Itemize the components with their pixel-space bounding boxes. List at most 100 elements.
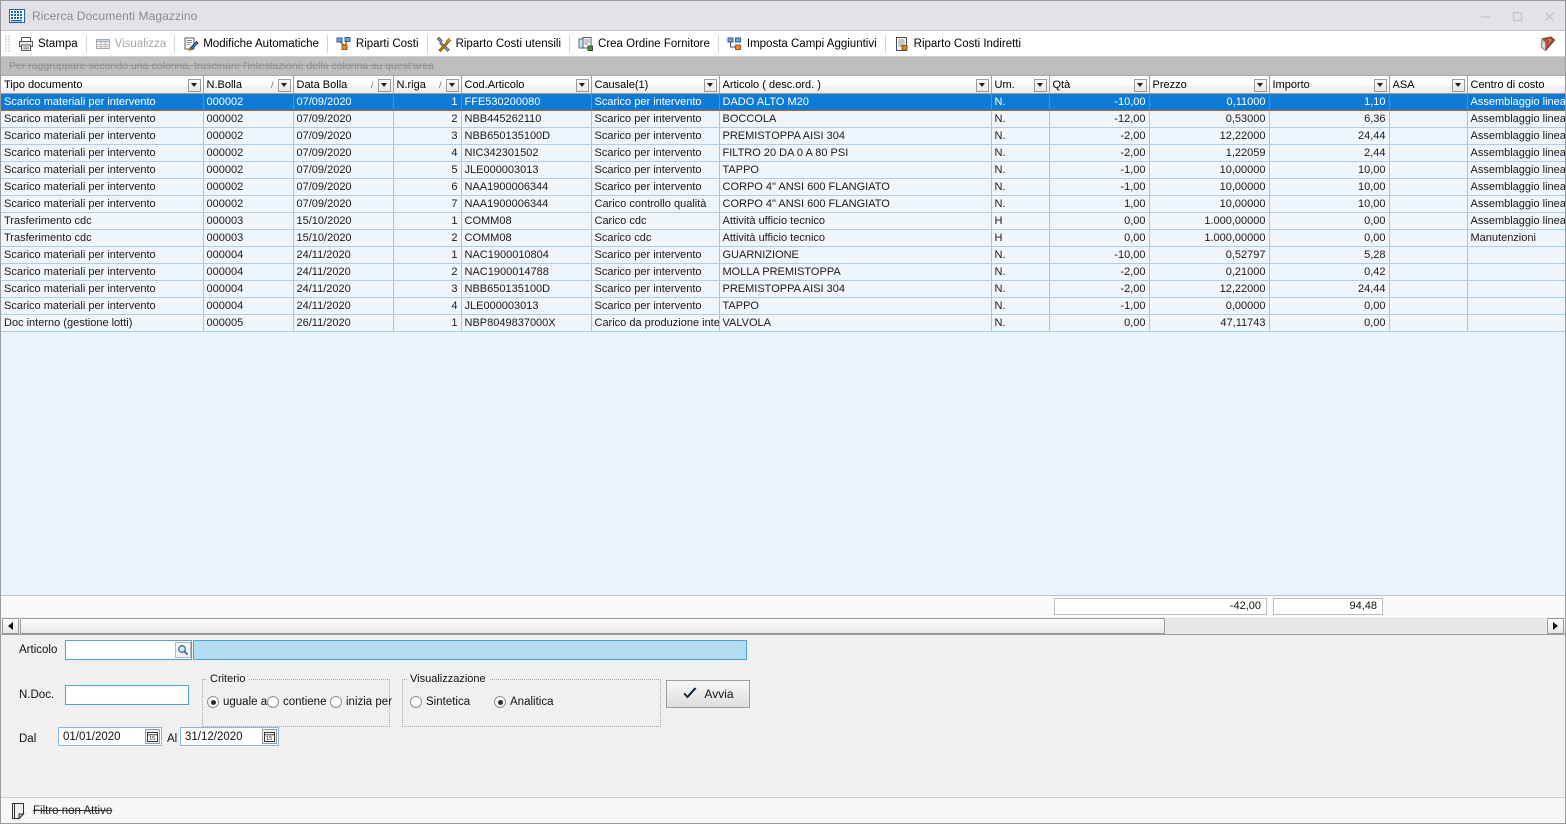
sort-indicator-icon[interactable]: / [271, 80, 274, 90]
grid-cell[interactable]: Scarico materiali per intervento [1, 178, 204, 196]
table-row[interactable]: Scarico materiali per intervento 000002 07… [1, 144, 1565, 162]
grid-cell[interactable]: -2,00 [1049, 144, 1150, 162]
grid-cell[interactable]: 000004 [203, 246, 294, 264]
table-row[interactable]: Trasferimento cdc 000003 15/10/2020 2 COMM08… [1, 229, 1565, 247]
group-by-panel[interactable]: Per raggruppare secondo una colonna, tra… [1, 57, 1565, 76]
grid-cell[interactable]: 000002 [203, 195, 294, 213]
grid-cell[interactable]: 26/11/2020 [293, 314, 394, 332]
grid-cell[interactable]: 24/11/2020 [293, 263, 394, 281]
grid-cell[interactable]: 0,00 [1049, 229, 1150, 247]
grid-cell[interactable]: NAC1900014788 [461, 263, 592, 281]
grid-cell[interactable]: 2,44 [1269, 144, 1390, 162]
grid-cell[interactable]: MOLLA PREMISTOPPA [719, 263, 992, 281]
grid-header-um[interactable]: Um. [991, 76, 1050, 94]
grid-cell[interactable]: JLE000003013 [461, 161, 592, 179]
al-date-field[interactable]: 31/12/2020 15 [180, 727, 279, 746]
scroll-track[interactable] [20, 617, 1546, 634]
table-row[interactable]: Scarico materiali per intervento 000004 24… [1, 297, 1565, 315]
grid-cell[interactable]: Assemblaggio linea 1 [1467, 161, 1565, 179]
grid-cell[interactable]: N. [991, 246, 1050, 264]
grid-cell[interactable]: 12,22000 [1149, 280, 1270, 298]
grid-cell[interactable]: N. [991, 178, 1050, 196]
grid-cell[interactable]: 7 [393, 195, 462, 213]
grid-cell[interactable] [1389, 229, 1468, 247]
maximize-button[interactable] [1501, 1, 1533, 31]
articolo-description-field[interactable] [193, 640, 747, 660]
dal-calendar-button[interactable]: 15 [145, 729, 160, 744]
grid-cell[interactable]: 07/09/2020 [293, 195, 394, 213]
table-row[interactable]: Scarico materiali per intervento 000002 07… [1, 195, 1565, 213]
grid-cell[interactable] [1389, 127, 1468, 145]
grid-cell[interactable] [1467, 314, 1565, 332]
grid-cell[interactable] [1389, 297, 1468, 315]
grid-cell[interactable]: FFE530200080 [461, 93, 592, 111]
toolbar-button-riparto-costi-indiretti[interactable]: Riparto Costi Indiretti [889, 33, 1026, 55]
grid-cell[interactable] [1389, 246, 1468, 264]
grid-cell[interactable]: GUARNIZIONE [719, 246, 992, 264]
grid-cell[interactable]: -1,00 [1049, 297, 1150, 315]
grid-cell[interactable]: Assemblaggio linea 1 [1467, 110, 1565, 128]
grid-cell[interactable]: 000002 [203, 178, 294, 196]
radio-sintetica[interactable]: Sintetica [410, 696, 470, 708]
grid-cell[interactable]: 0,00 [1049, 212, 1150, 230]
table-row[interactable]: Doc interno (gestione lotti) 000005 26/11/… [1, 314, 1565, 332]
grid-cell[interactable]: 1 [393, 212, 462, 230]
grid-cell[interactable]: 0,42 [1269, 263, 1390, 281]
column-filter-button[interactable] [1373, 78, 1387, 92]
grid-cell[interactable]: Scarico materiali per intervento [1, 127, 204, 145]
grid-cell[interactable]: 0,00000 [1149, 297, 1270, 315]
grid-cell[interactable]: 000002 [203, 110, 294, 128]
column-filter-button[interactable] [445, 78, 459, 92]
filter-icon[interactable] [11, 802, 25, 820]
table-row[interactable]: Scarico materiali per intervento 000004 24… [1, 263, 1565, 281]
toolbar-button-riparto-costi-utensili[interactable]: Riparto Costi utensili [431, 33, 566, 55]
grid-cell[interactable]: PREMISTOPPA AISI 304 [719, 127, 992, 145]
grid-cell[interactable]: Carico controllo qualità [591, 195, 720, 213]
grid-cell[interactable]: Assemblaggio linea 2 [1467, 127, 1565, 145]
grid-cell[interactable]: 4 [393, 297, 462, 315]
radio-uguale-a[interactable]: uguale a [207, 696, 267, 708]
grid-cell[interactable]: VALVOLA [719, 314, 992, 332]
avvia-button[interactable]: Avvia [666, 680, 750, 708]
grid-cell[interactable]: -10,00 [1049, 246, 1150, 264]
table-row[interactable]: Scarico materiali per intervento 000002 07… [1, 93, 1565, 111]
grid-cell[interactable]: 07/09/2020 [293, 127, 394, 145]
grid-header-qt[interactable]: Qtà [1049, 76, 1150, 94]
grid-cell[interactable] [1389, 178, 1468, 196]
grid-cell[interactable]: NAA1900006344 [461, 178, 592, 196]
grid-cell[interactable]: Assemblaggio linea 3 [1467, 144, 1565, 162]
grid-cell[interactable]: Scarico per intervento [591, 178, 720, 196]
al-calendar-button[interactable]: 15 [262, 729, 277, 744]
grid-cell[interactable]: N. [991, 127, 1050, 145]
grid-cell[interactable]: Scarico materiali per intervento [1, 93, 204, 111]
grid-cell[interactable]: Scarico per intervento [591, 144, 720, 162]
grid-cell[interactable]: 15/10/2020 [293, 212, 394, 230]
grid-cell[interactable]: BOCCOLA [719, 110, 992, 128]
grid-cell[interactable]: 1.000,00000 [1149, 212, 1270, 230]
grid-cell[interactable]: Scarico per intervento [591, 263, 720, 281]
grid-cell[interactable]: 10,00000 [1149, 195, 1270, 213]
grid-header-prezzo[interactable]: Prezzo [1149, 76, 1270, 94]
grid-cell[interactable]: NBP8049837000X [461, 314, 592, 332]
grid-cell[interactable]: 24,44 [1269, 280, 1390, 298]
grid-cell[interactable]: Manutenzioni [1467, 229, 1565, 247]
grid-cell[interactable]: -1,00 [1049, 178, 1150, 196]
close-button[interactable] [1533, 1, 1565, 31]
column-filter-button[interactable] [1033, 78, 1047, 92]
table-row[interactable]: Scarico materiali per intervento 000002 07… [1, 161, 1565, 179]
grid-cell[interactable]: 07/09/2020 [293, 178, 394, 196]
grid-cell[interactable] [1389, 161, 1468, 179]
grid-cell[interactable]: Scarico materiali per intervento [1, 246, 204, 264]
grid-cell[interactable]: Doc interno (gestione lotti) [1, 314, 204, 332]
grid-cell[interactable]: 0,00 [1269, 314, 1390, 332]
sort-indicator-icon[interactable]: / [439, 80, 442, 90]
grid-cell[interactable]: 1 [393, 93, 462, 111]
grid-cell[interactable]: Trasferimento cdc [1, 212, 204, 230]
toolbar-button-crea-ordine-fornitore[interactable]: Crea Ordine Fornitore [573, 33, 715, 55]
grid-cell[interactable]: 5,28 [1269, 246, 1390, 264]
grid-header-asa[interactable]: ASA [1389, 76, 1468, 94]
grid-cell[interactable]: NIC342301502 [461, 144, 592, 162]
grid-cell[interactable]: 1 [393, 246, 462, 264]
grid-header-importo[interactable]: Importo [1269, 76, 1390, 94]
grid-cell[interactable]: COMM08 [461, 212, 592, 230]
